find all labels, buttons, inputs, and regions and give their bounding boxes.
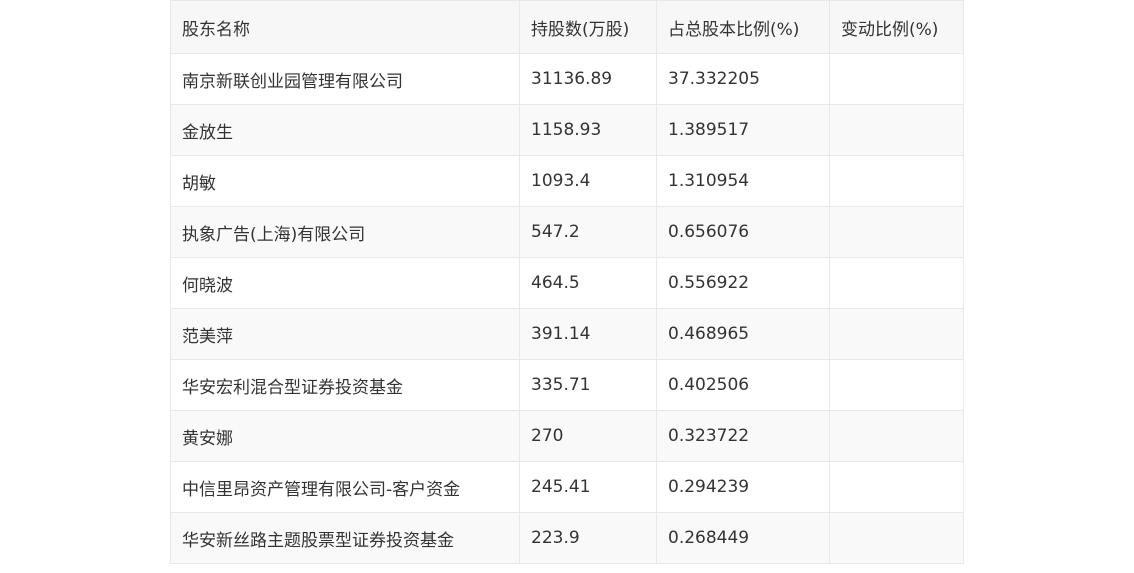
shareholder-name-cell: 执象广告(上海)有限公司 <box>170 206 520 258</box>
shares-held-cell: 1158.93 <box>519 104 657 156</box>
shareholder-name-cell: 黄安娜 <box>170 410 520 462</box>
change-ratio-cell <box>829 155 964 207</box>
shares-held-cell: 1093.4 <box>519 155 657 207</box>
header-shareholder-name: 股东名称 <box>170 0 520 54</box>
table-row: 执象广告(上海)有限公司 547.2 0.656076 <box>170 206 964 258</box>
header-shares-held: 持股数(万股) <box>519 0 657 54</box>
shares-held-cell: 223.9 <box>519 512 657 564</box>
share-ratio-cell: 1.389517 <box>656 104 830 156</box>
shareholders-table: 股东名称 持股数(万股) 占总股本比例(%) 变动比例(%) 南京新联创业园管理… <box>170 0 964 564</box>
change-ratio-cell <box>829 257 964 309</box>
table-row: 华安宏利混合型证券投资基金 335.71 0.402506 <box>170 359 964 411</box>
shareholder-name-cell: 中信里昂资产管理有限公司-客户资金 <box>170 461 520 513</box>
change-ratio-cell <box>829 206 964 258</box>
share-ratio-cell: 0.323722 <box>656 410 830 462</box>
change-ratio-cell <box>829 410 964 462</box>
change-ratio-cell <box>829 53 964 105</box>
table-row: 华安新丝路主题股票型证券投资基金 223.9 0.268449 <box>170 512 964 564</box>
table-row: 何晓波 464.5 0.556922 <box>170 257 964 309</box>
header-change-ratio: 变动比例(%) <box>829 0 964 54</box>
table-header-row: 股东名称 持股数(万股) 占总股本比例(%) 变动比例(%) <box>170 0 964 54</box>
shares-held-cell: 335.71 <box>519 359 657 411</box>
shares-held-cell: 31136.89 <box>519 53 657 105</box>
share-ratio-cell: 0.556922 <box>656 257 830 309</box>
shareholder-name-cell: 何晓波 <box>170 257 520 309</box>
shareholder-name-cell: 金放生 <box>170 104 520 156</box>
change-ratio-cell <box>829 461 964 513</box>
shareholder-name-cell: 华安宏利混合型证券投资基金 <box>170 359 520 411</box>
shareholder-name-cell: 范美萍 <box>170 308 520 360</box>
table-row: 范美萍 391.14 0.468965 <box>170 308 964 360</box>
share-ratio-cell: 37.332205 <box>656 53 830 105</box>
share-ratio-cell: 0.268449 <box>656 512 830 564</box>
share-ratio-cell: 0.402506 <box>656 359 830 411</box>
header-share-ratio: 占总股本比例(%) <box>656 0 830 54</box>
share-ratio-cell: 0.656076 <box>656 206 830 258</box>
shares-held-cell: 464.5 <box>519 257 657 309</box>
share-ratio-cell: 0.294239 <box>656 461 830 513</box>
shareholder-name-cell: 南京新联创业园管理有限公司 <box>170 53 520 105</box>
shareholders-table-container: 股东名称 持股数(万股) 占总股本比例(%) 变动比例(%) 南京新联创业园管理… <box>170 0 964 564</box>
table-row: 金放生 1158.93 1.389517 <box>170 104 964 156</box>
shares-held-cell: 391.14 <box>519 308 657 360</box>
table-row: 中信里昂资产管理有限公司-客户资金 245.41 0.294239 <box>170 461 964 513</box>
table-row: 黄安娜 270 0.323722 <box>170 410 964 462</box>
change-ratio-cell <box>829 359 964 411</box>
shareholder-name-cell: 胡敏 <box>170 155 520 207</box>
change-ratio-cell <box>829 104 964 156</box>
table-row: 南京新联创业园管理有限公司 31136.89 37.332205 <box>170 53 964 105</box>
share-ratio-cell: 1.310954 <box>656 155 830 207</box>
change-ratio-cell <box>829 308 964 360</box>
change-ratio-cell <box>829 512 964 564</box>
shares-held-cell: 270 <box>519 410 657 462</box>
share-ratio-cell: 0.468965 <box>656 308 830 360</box>
shares-held-cell: 245.41 <box>519 461 657 513</box>
shareholder-name-cell: 华安新丝路主题股票型证券投资基金 <box>170 512 520 564</box>
table-row: 胡敏 1093.4 1.310954 <box>170 155 964 207</box>
shares-held-cell: 547.2 <box>519 206 657 258</box>
